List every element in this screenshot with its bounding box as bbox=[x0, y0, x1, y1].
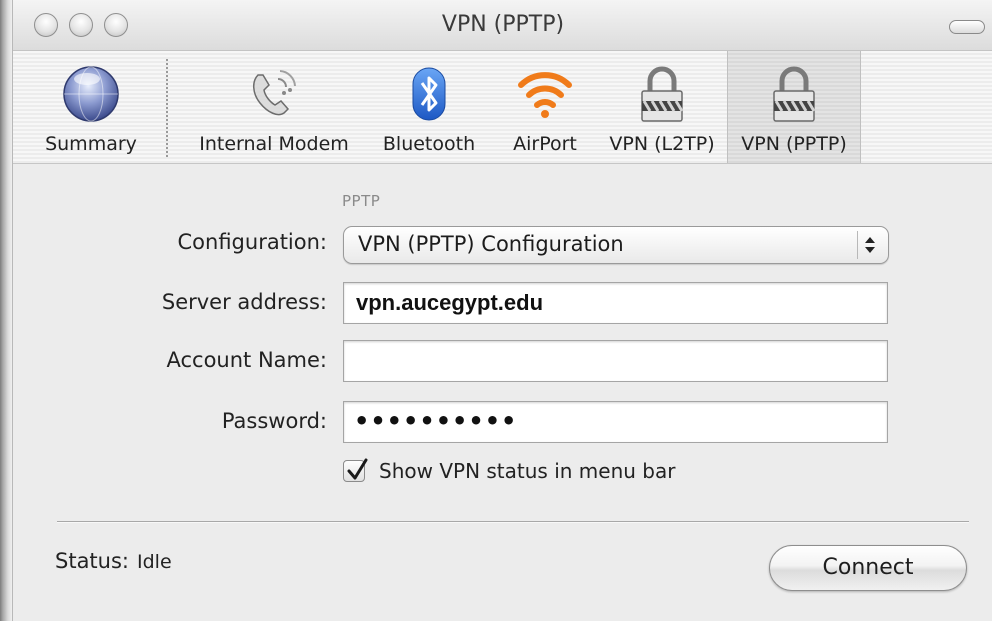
configuration-label: Configuration: bbox=[177, 230, 328, 254]
toolbar-item-bluetooth[interactable]: Bluetooth bbox=[373, 51, 485, 163]
toolbar: Summary Internal Modem Bluetooth AirPort… bbox=[13, 51, 992, 164]
account-name-field[interactable] bbox=[343, 340, 888, 382]
section-label: PPTP bbox=[342, 192, 381, 210]
connect-button[interactable]: Connect bbox=[769, 545, 967, 591]
toolbar-item-vpn-pptp[interactable]: VPN (PPTP) bbox=[727, 51, 861, 163]
toolbar-toggle-button[interactable] bbox=[949, 20, 985, 34]
toolbar-item-label: Internal Modem bbox=[199, 133, 349, 155]
toolbar-item-vpn-l2tp[interactable]: VPN (L2TP) bbox=[599, 51, 725, 163]
background-window-edge bbox=[0, 0, 12, 621]
toolbar-item-summary[interactable]: Summary bbox=[21, 51, 161, 163]
status-value: Idle bbox=[137, 551, 172, 573]
server-address-field[interactable]: vpn.aucegypt.edu bbox=[343, 282, 888, 324]
lock-icon bbox=[773, 66, 816, 122]
globe-icon bbox=[63, 66, 119, 122]
server-address-label: Server address: bbox=[161, 290, 327, 314]
server-address-value: vpn.aucegypt.edu bbox=[356, 290, 544, 315]
toolbar-item-label: VPN (PPTP) bbox=[741, 133, 847, 155]
network-preferences-window: VPN (PPTP) Summary Internal Modem Blueto… bbox=[12, 0, 992, 621]
checkmark-icon bbox=[347, 458, 368, 480]
configuration-value: VPN (PPTP) Configuration bbox=[358, 232, 624, 256]
select-stepper-icon bbox=[857, 231, 882, 259]
toolbar-item-label: Bluetooth bbox=[382, 133, 476, 155]
show-vpn-status-label: Show VPN status in menu bar bbox=[379, 459, 676, 483]
password-value: •••••••••• bbox=[354, 407, 518, 435]
title-bar[interactable]: VPN (PPTP) bbox=[13, 0, 992, 51]
configuration-select[interactable]: VPN (PPTP) Configuration bbox=[343, 226, 889, 264]
bluetooth-icon bbox=[412, 67, 446, 121]
password-field[interactable]: •••••••••• bbox=[343, 401, 888, 443]
password-label: Password: bbox=[221, 409, 327, 433]
wifi-icon bbox=[518, 72, 572, 118]
toolbar-item-label: VPN (L2TP) bbox=[609, 133, 715, 155]
account-name-label: Account Name: bbox=[166, 348, 328, 372]
phone-modem-icon bbox=[253, 70, 296, 116]
toolbar-item-internal-modem[interactable]: Internal Modem bbox=[183, 51, 365, 163]
divider bbox=[57, 521, 969, 523]
toolbar-separator bbox=[166, 59, 168, 157]
lock-icon bbox=[641, 66, 684, 122]
toolbar-item-airport[interactable]: AirPort bbox=[495, 51, 595, 163]
show-vpn-status-checkbox[interactable] bbox=[343, 458, 368, 482]
toolbar-item-label: Summary bbox=[45, 133, 137, 155]
status-label: Status: bbox=[55, 549, 129, 573]
window-title: VPN (PPTP) bbox=[441, 12, 565, 37]
toolbar-item-label: AirPort bbox=[513, 133, 577, 155]
